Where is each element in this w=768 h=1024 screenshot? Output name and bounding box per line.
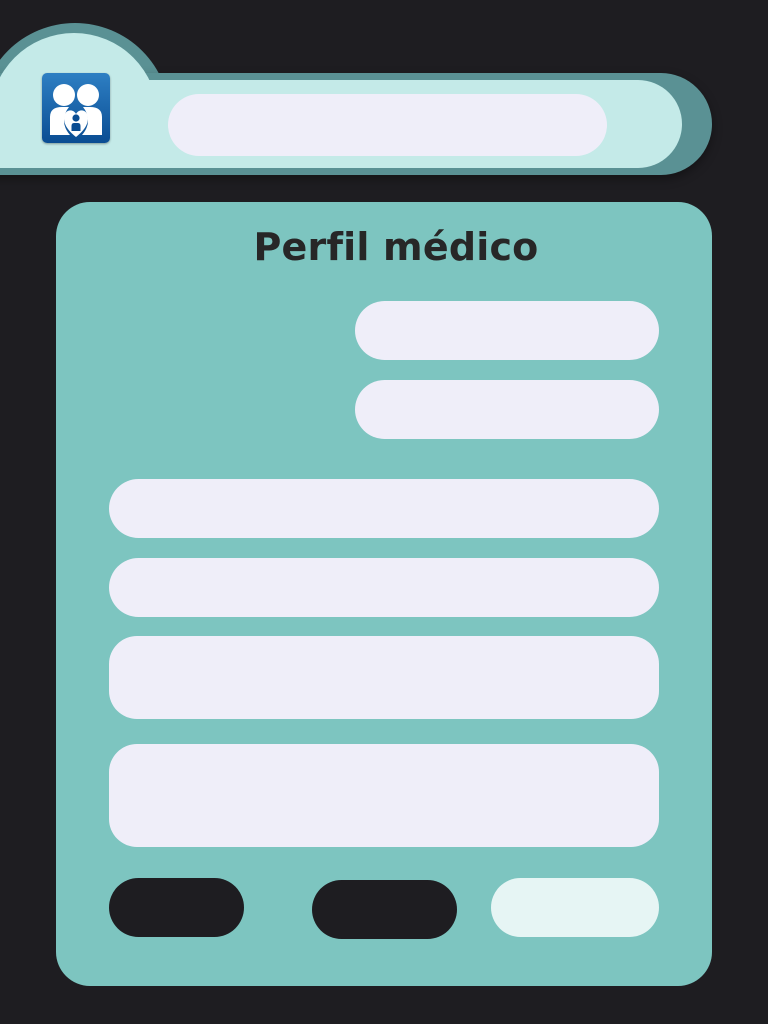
action-button-2[interactable]: [312, 880, 457, 939]
search-input[interactable]: [168, 94, 607, 156]
profile-textarea-2[interactable]: [109, 744, 659, 847]
profile-field-3[interactable]: [109, 479, 659, 538]
profile-field-1[interactable]: [355, 301, 659, 360]
profile-textarea-1[interactable]: [109, 636, 659, 719]
family-heart-icon[interactable]: [42, 73, 110, 143]
profile-field-2[interactable]: [355, 380, 659, 439]
profile-field-4[interactable]: [109, 558, 659, 617]
action-button-1[interactable]: [109, 878, 244, 937]
action-button-3[interactable]: [491, 878, 659, 937]
app-screen: Perfil médico: [0, 0, 768, 1024]
family-heart-icon-graphic: [50, 84, 102, 137]
page-title: Perfil médico: [253, 225, 539, 269]
